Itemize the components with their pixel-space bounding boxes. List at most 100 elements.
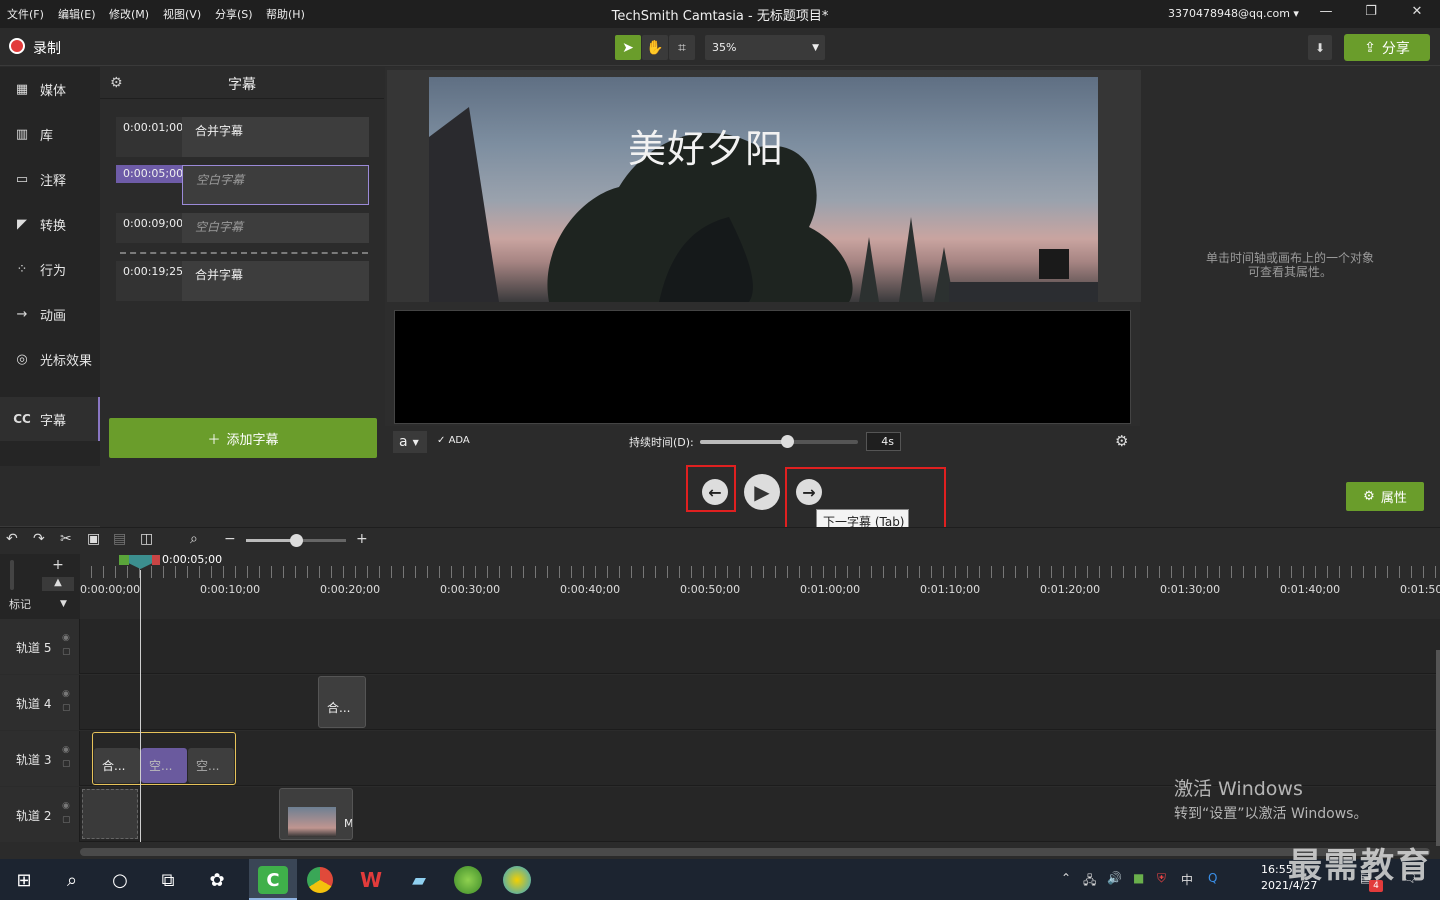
cortana-icon[interactable]: ○	[105, 866, 135, 894]
nav-animation[interactable]: → 动画	[0, 292, 100, 336]
close-button[interactable]: ✕	[1403, 4, 1431, 24]
gear-icon[interactable]: ⚙	[1115, 432, 1128, 450]
nav-media[interactable]: ▦ 媒体	[0, 67, 100, 111]
track-header[interactable]: 轨道 2 ◉ ▢	[0, 787, 80, 842]
playhead-in-marker[interactable]	[119, 555, 129, 565]
yellow-app-icon[interactable]	[503, 866, 531, 894]
network-icon[interactable]: 🖧	[1083, 871, 1096, 892]
nav-annotation[interactable]: ▭ 注释	[0, 157, 100, 201]
caption-row[interactable]: 0:00:19;25 合并字幕	[116, 261, 369, 301]
qq-icon[interactable]: Q	[1208, 871, 1217, 885]
track-name: 轨道 3	[16, 753, 52, 767]
caption-text-editor[interactable]	[394, 310, 1131, 424]
paste-icon[interactable]: ▤	[113, 531, 126, 547]
caption-clip[interactable]: 合...	[94, 748, 140, 783]
chevron-up-icon[interactable]: ▲	[42, 577, 74, 591]
watermelon-icon[interactable]	[454, 866, 482, 894]
security-icon[interactable]: ⛨	[1157, 871, 1166, 886]
share-button[interactable]: ⇪ 分享	[1344, 34, 1430, 61]
menu-file[interactable]: 文件(F)	[7, 6, 44, 22]
track-header[interactable]: 轨道 3 ◉ ▢	[0, 731, 80, 786]
eye-lock-icon[interactable]: ◉ ▢	[62, 687, 71, 715]
eye-lock-icon[interactable]: ◉ ▢	[62, 631, 71, 659]
zoom-out-icon[interactable]: −	[224, 531, 236, 547]
add-caption-button[interactable]: ＋ 添加字幕	[109, 418, 377, 458]
chevron-down-icon: ▼	[412, 437, 419, 447]
wps-icon[interactable]: W	[356, 866, 386, 894]
nav-cursor-effects[interactable]: ◎ 光标效果	[0, 337, 100, 381]
download-icon[interactable]: ⬇	[1308, 35, 1332, 60]
nav-captions[interactable]: CC 字幕	[0, 397, 100, 441]
nav-transition[interactable]: ◤ 转换	[0, 202, 100, 246]
nvidia-icon[interactable]: ■	[1133, 871, 1144, 885]
cut-icon[interactable]: ✂	[60, 531, 72, 547]
search-icon[interactable]: ⌕	[57, 866, 87, 894]
app-pinwheel-icon[interactable]: ✿	[202, 866, 232, 894]
menu-share[interactable]: 分享(S)	[215, 6, 253, 22]
account-menu[interactable]: 3370478948@qq.com ▾	[1168, 7, 1299, 20]
nav-behavior[interactable]: ⁘ 行为	[0, 247, 100, 291]
record-button[interactable]: 录制	[33, 38, 61, 58]
split-icon[interactable]: ◫	[140, 531, 153, 547]
zoom-in-icon[interactable]: +	[356, 531, 368, 547]
duration-input[interactable]: 4s	[866, 432, 901, 451]
track-name: 轨道 2	[16, 809, 52, 823]
gear-icon[interactable]: ⚙	[110, 75, 123, 91]
windows-start-icon[interactable]: ⊞	[9, 866, 39, 894]
duration-slider-thumb[interactable]	[781, 435, 794, 448]
menu-view[interactable]: 视图(V)	[163, 6, 201, 22]
zoom-select[interactable]: 35% ▼	[705, 35, 825, 60]
track-header[interactable]: 轨道 4 ◉ ▢	[0, 675, 80, 730]
caption-clip-selected[interactable]: 空...	[141, 748, 187, 783]
zoom-icon[interactable]: ⌕	[190, 531, 198, 547]
chevron-down-icon[interactable]: ▼	[60, 599, 67, 609]
record-icon[interactable]	[9, 38, 25, 54]
caption-text[interactable]: 空白字幕	[182, 165, 369, 205]
eye-lock-icon[interactable]: ◉ ▢	[62, 743, 71, 771]
nav-library[interactable]: ▥ 库	[0, 112, 100, 156]
track-header[interactable]: 轨道 5 ◉ ▢	[0, 619, 80, 674]
eye-lock-icon[interactable]: ◉ ▢	[62, 799, 71, 827]
caption-text[interactable]: 空白字幕	[182, 213, 369, 243]
undo-icon[interactable]: ↶	[6, 531, 18, 547]
camtasia-icon[interactable]: C	[258, 866, 288, 894]
properties-button[interactable]: ⚙ 属性	[1346, 482, 1424, 511]
caption-clip[interactable]: 空...	[188, 748, 234, 783]
ime-indicator[interactable]: 中	[1181, 871, 1193, 888]
add-track-button[interactable]: +	[42, 558, 74, 572]
video-preview[interactable]	[429, 77, 1098, 302]
video-clip[interactable]: M	[279, 788, 353, 840]
crop-tool-icon[interactable]: ⌗	[669, 35, 695, 60]
font-button[interactable]: a ▼	[393, 431, 427, 453]
timeline-zoom-thumb[interactable]	[290, 534, 303, 547]
play-caption-button[interactable]: ▶	[744, 474, 780, 510]
playhead-out-marker[interactable]	[152, 555, 160, 565]
timeline-scrollbar-thumb[interactable]	[80, 848, 1430, 856]
menu-modify[interactable]: 修改(M)	[109, 6, 149, 22]
maximize-button[interactable]: ❐	[1357, 4, 1385, 24]
caption-row[interactable]: 0:00:09;00 空白字幕	[116, 213, 369, 243]
copy-icon[interactable]: ▣	[87, 531, 100, 547]
select-tool-icon[interactable]: ➤	[615, 35, 641, 60]
caption-row-selected[interactable]: 0:00:05;00 空白字幕	[116, 165, 369, 205]
chrome-icon[interactable]	[307, 867, 333, 893]
menu-help[interactable]: 帮助(H)	[266, 6, 305, 22]
caption-text[interactable]: 合并字幕	[182, 117, 369, 157]
minimize-button[interactable]: —	[1312, 4, 1340, 24]
volume-icon[interactable]: 🔊	[1107, 871, 1122, 885]
track-4[interactable]: 轨道 4 ◉ ▢ 合...	[0, 675, 1440, 730]
caption-text[interactable]: 合并字幕	[182, 261, 369, 301]
redo-icon[interactable]: ↷	[33, 531, 45, 547]
vertical-scrollbar[interactable]	[1436, 650, 1440, 850]
track-5[interactable]: 轨道 5 ◉ ▢	[0, 619, 1440, 674]
menu-edit[interactable]: 编辑(E)	[58, 6, 96, 22]
track-height-slider[interactable]	[10, 560, 14, 590]
caption-row[interactable]: 0:00:01;00 合并字幕	[116, 117, 369, 157]
caption-clip[interactable]: 合...	[318, 676, 366, 728]
pan-tool-icon[interactable]: ✋	[642, 35, 668, 60]
ada-checkbox[interactable]: ✓ ADA	[437, 435, 470, 446]
chevron-up-icon[interactable]: ⌃	[1061, 871, 1071, 885]
ada-label: ADA	[448, 435, 470, 446]
notepad-icon[interactable]: ▰	[404, 866, 434, 894]
task-view-icon[interactable]: ⧉	[153, 866, 183, 894]
